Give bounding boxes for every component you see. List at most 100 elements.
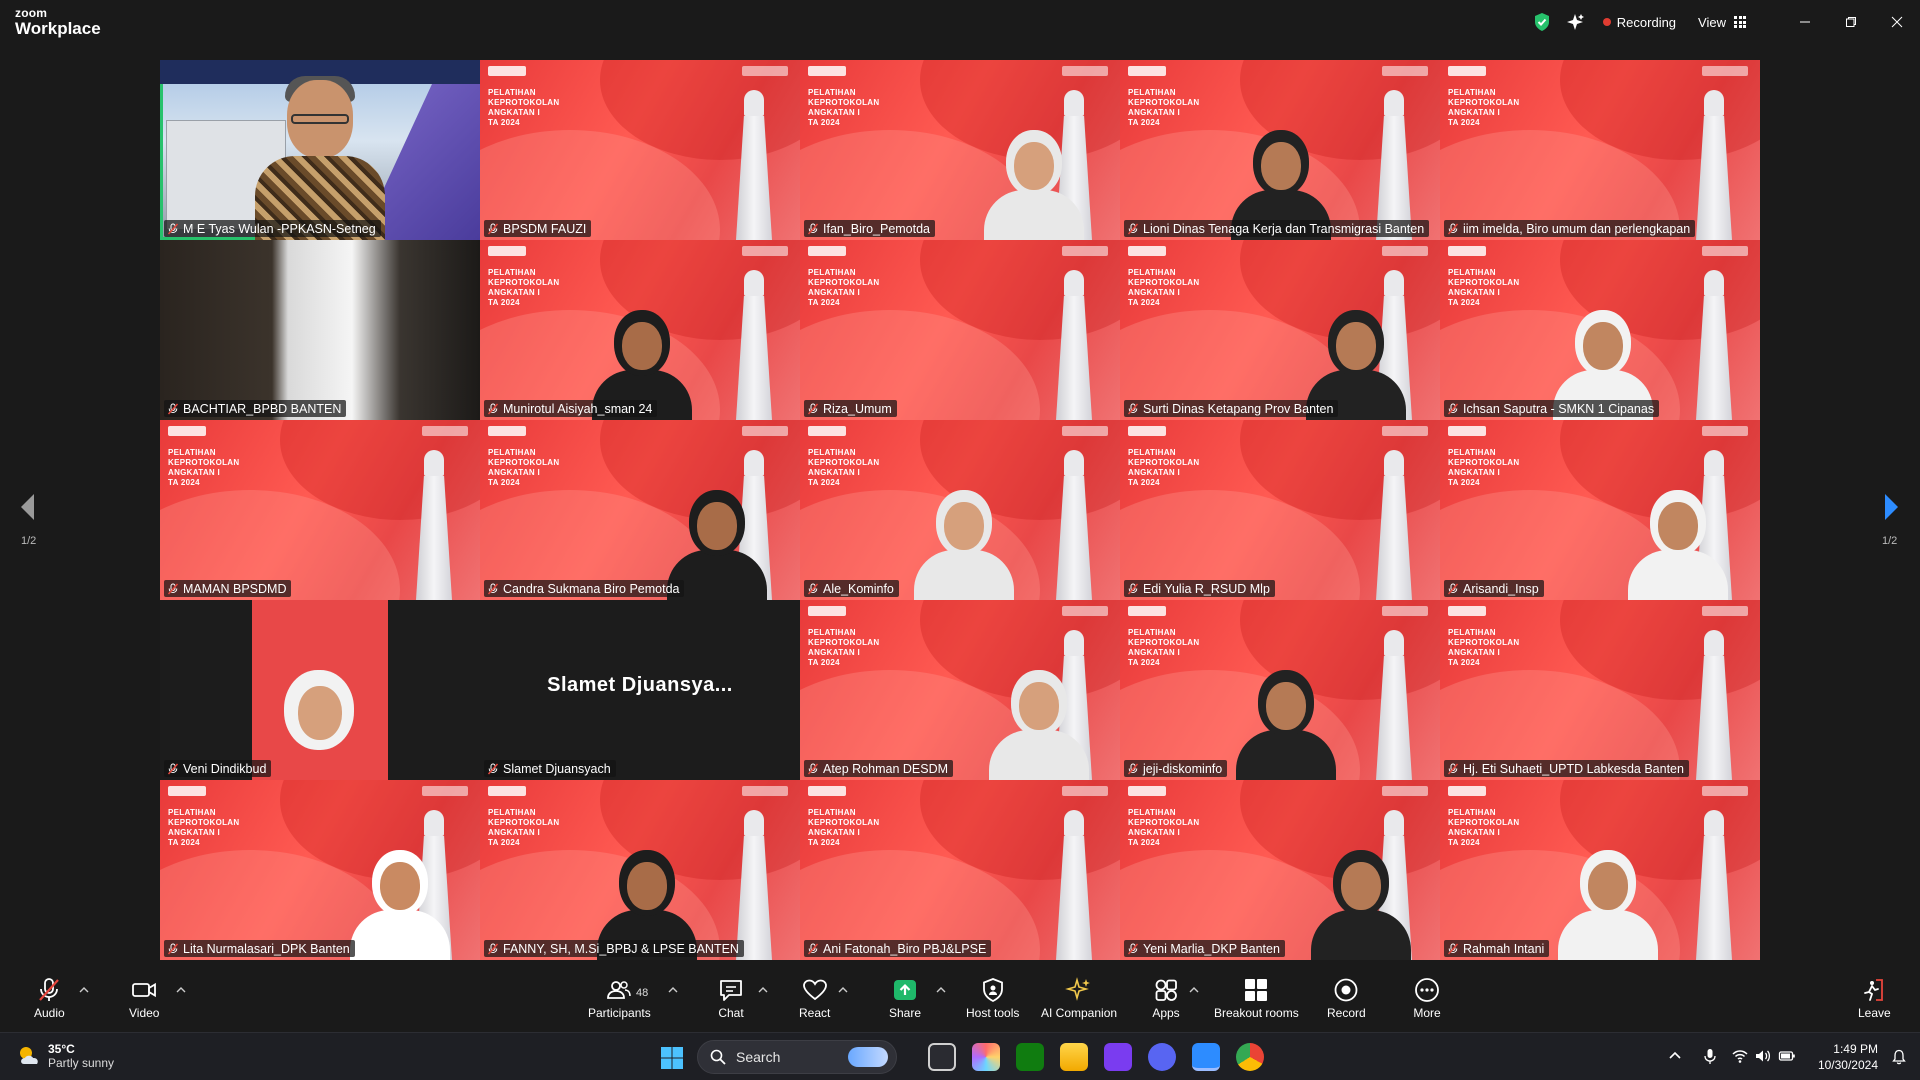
- participant-video-tile[interactable]: PELATIHAN KEPROTOKOLAN ANGKATAN I TA 2024 Ra…: [1440, 780, 1760, 960]
- participant-video-tile[interactable]: PELATIHAN KEPROTOKOLAN ANGKATAN I TA 2024 Li…: [160, 780, 480, 960]
- participant-video-tile[interactable]: PELATIHAN KEPROTOKOLAN ANGKATAN I TA 2024 Ri…: [800, 240, 1120, 420]
- react-button[interactable]: React: [799, 976, 830, 1020]
- muted-mic-icon: [167, 762, 179, 775]
- participant-video-tile[interactable]: PELATIHANKEPROTOKOLANANGKATAN ITA 2024Sl…: [480, 600, 800, 780]
- participant-video-tile[interactable]: PELATIHAN KEPROTOKOLAN ANGKATAN I TA 2024 je…: [1120, 600, 1440, 780]
- close-window-button[interactable]: [1874, 0, 1920, 44]
- participant-video-tile[interactable]: PELATIHAN KEPROTOKOLAN ANGKATAN I TA 2024 MA…: [160, 420, 480, 600]
- audio-button[interactable]: Audio: [34, 976, 65, 1020]
- discord-icon[interactable]: [1148, 1043, 1176, 1071]
- virtual-background-slide-text: PELATIHAN KEPROTOKOLAN ANGKATAN I TA 2024: [1128, 88, 1199, 128]
- participant-video-tile[interactable]: PELATIHAN KEPROTOKOLAN ANGKATAN I TA 2024 An…: [800, 780, 1120, 960]
- video-options-chevron-icon[interactable]: [176, 986, 186, 994]
- muted-mic-icon: [807, 402, 819, 415]
- media-app-icon[interactable]: [1104, 1043, 1132, 1071]
- windows-start-icon[interactable]: [660, 1046, 684, 1070]
- participant-name-tag: Lita Nurmalasari_DPK Banten: [164, 940, 355, 957]
- muted-mic-icon: [1447, 402, 1459, 415]
- battery-icon[interactable]: [1778, 1047, 1796, 1065]
- more-button[interactable]: More: [1413, 976, 1441, 1020]
- participant-name: MAMAN BPSDMD: [183, 581, 287, 596]
- participant-video-tile[interactable]: PELATIHAN KEPROTOKOLAN ANGKATAN I TA 2024 Ed…: [1120, 420, 1440, 600]
- encryption-shield-icon[interactable]: [1533, 12, 1551, 32]
- participant-video-tile[interactable]: PELATIHANKEPROTOKOLANANGKATAN ITA 2024BA…: [160, 240, 480, 420]
- virtual-background-slide-text: PELATIHAN KEPROTOKOLAN ANGKATAN I TA 2024: [1128, 268, 1199, 308]
- more-label: More: [1413, 1006, 1441, 1020]
- host-tools-button[interactable]: Host tools: [966, 976, 1019, 1020]
- virtual-background-slide-text: PELATIHAN KEPROTOKOLAN ANGKATAN I TA 2024: [168, 448, 239, 488]
- breakout-rooms-button[interactable]: Breakout rooms: [1214, 976, 1299, 1020]
- file-explorer-icon[interactable]: [1060, 1043, 1088, 1071]
- previous-page-arrow-icon[interactable]: [18, 492, 38, 522]
- participant-video-tile[interactable]: PELATIHAN KEPROTOKOLAN ANGKATAN I TA 2024 At…: [800, 600, 1120, 780]
- ai-companion-button[interactable]: AI Companion: [1041, 976, 1117, 1020]
- participant-video-tile[interactable]: PELATIHAN KEPROTOKOLAN ANGKATAN I TA 2024 Ca…: [480, 420, 800, 600]
- slide-line-1: PELATIHAN: [1128, 628, 1176, 637]
- record-button[interactable]: Record: [1327, 976, 1366, 1020]
- participant-video-tile[interactable]: PELATIHAN KEPROTOKOLAN ANGKATAN I TA 2024 Mu…: [480, 240, 800, 420]
- weather-widget[interactable]: 35°C Partly sunny: [16, 1042, 114, 1070]
- slide-line-2: KEPROTOKOLAN: [1448, 98, 1520, 107]
- next-page-arrow-icon[interactable]: [1881, 492, 1901, 522]
- participant-video-tile[interactable]: PELATIHAN KEPROTOKOLAN ANGKATAN I TA 2024 Ar…: [1440, 420, 1760, 600]
- muted-mic-icon: [1447, 222, 1459, 235]
- wifi-icon[interactable]: [1731, 1047, 1749, 1065]
- participant-video-tile[interactable]: PELATIHAN KEPROTOKOLAN ANGKATAN I TA 2024 BP…: [480, 60, 800, 240]
- participant-video-tile[interactable]: PELATIHAN KEPROTOKOLAN ANGKATAN I TA 2024 Ye…: [1120, 780, 1440, 960]
- bpsdmd-logo: [808, 426, 846, 436]
- virtual-background-slide-text: PELATIHAN KEPROTOKOLAN ANGKATAN I TA 2024: [488, 88, 559, 128]
- muted-mic-icon: [1127, 402, 1139, 415]
- zoom-taskbar-icon[interactable]: [1192, 1043, 1220, 1071]
- breakout-rooms-icon: [1245, 979, 1268, 1001]
- virtual-background-slide-text: PELATIHAN KEPROTOKOLAN ANGKATAN I TA 2024: [808, 88, 879, 128]
- participant-video-tile[interactable]: PELATIHAN KEPROTOKOLAN ANGKATAN I TA 2024 FA…: [480, 780, 800, 960]
- participant-name: Arisandi_Insp: [1463, 581, 1539, 596]
- xbox-icon[interactable]: [1016, 1043, 1044, 1071]
- react-options-chevron-icon[interactable]: [838, 986, 848, 994]
- slide-line-1: PELATIHAN: [808, 88, 856, 97]
- copilot-icon[interactable]: [972, 1043, 1000, 1071]
- microphone-tray-icon[interactable]: [1701, 1047, 1719, 1065]
- chrome-icon[interactable]: [1236, 1043, 1264, 1071]
- participant-video-feed: [160, 240, 480, 420]
- share-button[interactable]: Share: [889, 976, 921, 1020]
- view-button[interactable]: View: [1698, 15, 1746, 30]
- taskbar-search-box[interactable]: Search: [697, 1040, 897, 1074]
- task-view-icon[interactable]: [928, 1043, 956, 1071]
- participant-video-tile[interactable]: PELATIHANKEPROTOKOLANANGKATAN ITA 2024Ve…: [160, 600, 480, 780]
- ai-sparkle-icon[interactable]: [1566, 13, 1585, 31]
- participant-video-tile[interactable]: PELATIHANKEPROTOKOLANANGKATAN ITA 2024M …: [160, 60, 480, 240]
- bpsdmd-logo: [1448, 66, 1486, 76]
- recording-indicator[interactable]: Recording: [1602, 15, 1676, 30]
- participant-video-tile[interactable]: PELATIHAN KEPROTOKOLAN ANGKATAN I TA 2024 Li…: [1120, 60, 1440, 240]
- taskbar-clock[interactable]: 1:49 PM 10/30/2024: [1818, 1041, 1878, 1073]
- lighthouse-tower-graphic: [1052, 270, 1096, 420]
- virtual-background-slide-text: PELATIHAN KEPROTOKOLAN ANGKATAN I TA 2024: [808, 808, 879, 848]
- share-options-chevron-icon[interactable]: [936, 986, 946, 994]
- video-button[interactable]: Video: [129, 976, 159, 1020]
- grid-view-icon: [1734, 16, 1746, 28]
- participant-video-tile[interactable]: PELATIHAN KEPROTOKOLAN ANGKATAN I TA 2024 Su…: [1120, 240, 1440, 420]
- participant-video-tile[interactable]: PELATIHAN KEPROTOKOLAN ANGKATAN I TA 2024 Al…: [800, 420, 1120, 600]
- bpsdmd-logo: [488, 66, 526, 76]
- slide-line-2: KEPROTOKOLAN: [488, 818, 560, 827]
- chat-button[interactable]: Chat: [717, 976, 745, 1020]
- participant-video-tile[interactable]: PELATIHAN KEPROTOKOLAN ANGKATAN I TA 2024 Hj…: [1440, 600, 1760, 780]
- notification-bell-icon[interactable]: [1892, 1049, 1906, 1065]
- audio-options-chevron-icon[interactable]: [79, 986, 89, 994]
- leave-meeting-button[interactable]: Leave: [1858, 976, 1891, 1020]
- participant-name-tag: Ale_Kominfo: [804, 580, 899, 597]
- participant-video-tile[interactable]: PELATIHAN KEPROTOKOLAN ANGKATAN I TA 2024 Ic…: [1440, 240, 1760, 420]
- apps-button[interactable]: Apps: [1152, 976, 1180, 1020]
- participant-video-tile[interactable]: PELATIHAN KEPROTOKOLAN ANGKATAN I TA 2024 ii…: [1440, 60, 1760, 240]
- show-hidden-icons-chevron-icon[interactable]: [1666, 1047, 1684, 1065]
- restore-button[interactable]: [1828, 0, 1874, 44]
- participants-options-chevron-icon[interactable]: [668, 986, 678, 994]
- apps-options-chevron-icon[interactable]: [1189, 986, 1199, 994]
- chat-options-chevron-icon[interactable]: [758, 986, 768, 994]
- volume-icon[interactable]: [1754, 1047, 1772, 1065]
- participant-video-tile[interactable]: PELATIHAN KEPROTOKOLAN ANGKATAN I TA 2024 If…: [800, 60, 1120, 240]
- participant-name-tag: Edi Yulia R_RSUD Mlp: [1124, 580, 1275, 597]
- minimize-button[interactable]: [1782, 0, 1828, 44]
- muted-mic-icon: [1127, 762, 1139, 775]
